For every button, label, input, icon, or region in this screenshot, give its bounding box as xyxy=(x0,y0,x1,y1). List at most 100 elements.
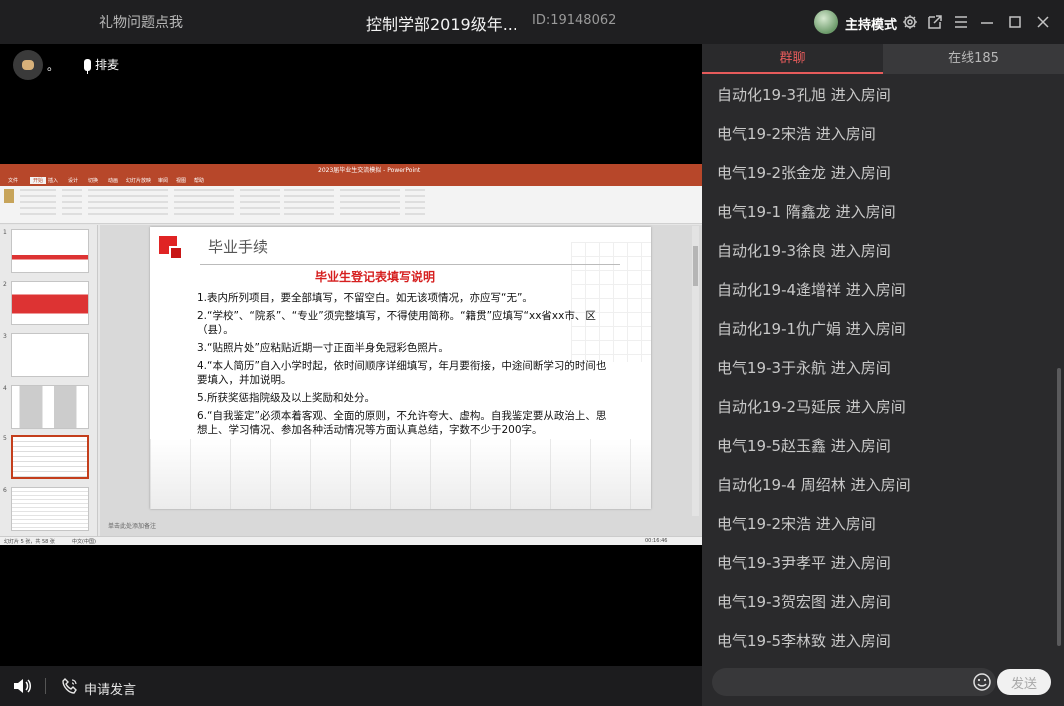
maximize-icon[interactable] xyxy=(1006,13,1024,31)
slide-line: 2.“学校”、“院系”、“专业”须完整填写，不得使用简称。“籍贯”应填写“xx省… xyxy=(197,310,596,336)
speaker-avatar[interactable] xyxy=(13,50,43,80)
ribbon-group xyxy=(240,189,280,217)
ribbon-group xyxy=(405,189,425,217)
slide-thumbnail-selected[interactable] xyxy=(11,435,89,479)
thumb-number: 6 xyxy=(3,487,7,494)
list-item: 电气19-2张金龙 进入房间 xyxy=(717,164,891,182)
ribbon-group xyxy=(284,189,334,217)
slide-thumbnail[interactable] xyxy=(11,229,89,273)
slide-body: 1.表内所列项目，要全部填写，不留空白。如无该项情况，亦应写“无”。 2.“学校… xyxy=(197,291,607,441)
gift-help-link[interactable]: 礼物问题点我 xyxy=(99,12,183,32)
share-icon[interactable] xyxy=(926,13,944,31)
list-item: 自动化19-3徐良 进入房间 xyxy=(717,242,891,260)
phone-icon[interactable] xyxy=(62,678,78,694)
room-title: 控制学部2019级年... xyxy=(366,15,516,34)
notes-hint[interactable]: 单击此处添加备注 xyxy=(108,521,156,530)
mic-queue-button[interactable]: 排麦 xyxy=(84,56,120,74)
current-slide: 毕业手续 毕业生登记表填写说明 1.表内所列项目，要全部填写，不留空白。如无该项… xyxy=(150,227,651,509)
slide-line: 4.“本人简历”自入小学时起，依时间顺序详细填写，年月要衔接，中途间断学习的时间… xyxy=(197,360,607,386)
settings-icon[interactable] xyxy=(901,13,919,31)
host-mode-label[interactable]: 主持模式 xyxy=(845,14,897,33)
message-list: 自动化19-3孔旭 进入房间 电气19-2宋浩 进入房间 电气19-2张金龙 进… xyxy=(702,74,1056,674)
thumb-number: 4 xyxy=(3,385,7,392)
list-item: 自动化19-2马延辰 进入房间 xyxy=(717,398,906,416)
paste-icon xyxy=(4,189,14,203)
chat-scrollbar[interactable] xyxy=(1057,368,1061,646)
list-item: 电气19-2宋浩 进入房间 xyxy=(717,125,876,143)
ppt-tab: 幻灯片放映 xyxy=(126,178,152,184)
thumb-number: 5 xyxy=(3,435,7,442)
slide-heading: 毕业手续 xyxy=(208,238,269,256)
ppt-tab: 文件 xyxy=(8,178,19,184)
menu-icon[interactable] xyxy=(952,13,970,31)
ppt-ribbon-tabs: 文件 开始 插入 设计 切换 动画 幻灯片放映 审阅 视图 帮助 xyxy=(0,176,702,186)
thumb-number: 1 xyxy=(3,229,7,236)
divider xyxy=(45,678,46,694)
send-button[interactable]: 发送 xyxy=(997,669,1051,695)
tab-group-chat[interactable]: 群聊 xyxy=(702,44,883,74)
minimize-icon[interactable] xyxy=(978,13,996,31)
microphone-icon xyxy=(84,58,91,74)
slide-thumbnail[interactable] xyxy=(11,385,89,429)
ribbon-group xyxy=(20,189,56,217)
list-item: 自动化19-4逄增祥 进入房间 xyxy=(717,281,906,299)
ppt-title-bar: 2023届毕业生交流模拟 - PowerPoint xyxy=(0,164,702,176)
ppt-tab: 动画 xyxy=(108,178,119,184)
speaker-name: 。 xyxy=(47,59,60,73)
slide-line: 1.表内所列项目，要全部填写，不留空白。如无该项情况，亦应写“无”。 xyxy=(197,292,533,304)
list-item: 自动化19-3孔旭 进入房间 xyxy=(717,86,891,104)
slide-line: 6.“自我鉴定”必须本着客观、全面的原则，不允许夸大、虚构。自我鉴定要从政治上、… xyxy=(197,410,607,436)
ribbon-group xyxy=(62,189,82,217)
list-item: 自动化19-4 周绍林 进入房间 xyxy=(717,476,911,494)
thumb-number: 2 xyxy=(3,281,7,288)
slide-line: 3.“贴照片处”应粘贴近期一寸正面半身免冠彩色照片。 xyxy=(197,342,449,354)
ribbon-group xyxy=(88,189,168,217)
ppt-tab: 插入 xyxy=(48,178,59,184)
panel-tabs: 群聊 在线185 xyxy=(702,44,1064,74)
list-item: 电气19-3于永航 进入房间 xyxy=(717,359,891,377)
ribbon-group xyxy=(174,189,234,217)
ppt-timer: 00:16:46 xyxy=(645,538,668,544)
ppt-ribbon xyxy=(0,186,702,224)
list-item: 自动化19-1仇广娟 进入房间 xyxy=(717,320,906,338)
avatar[interactable] xyxy=(814,10,838,34)
ppt-scrollbar[interactable] xyxy=(692,226,699,516)
ppt-tab: 设计 xyxy=(68,178,79,184)
ppt-status-bar: 幻灯片 5 张，共 58 张 中文(中国) 00:16:46 xyxy=(0,536,702,545)
apply-speak-button[interactable]: 申请发言 xyxy=(84,679,136,698)
ppt-slide-thumbnails: 1 2 3 4 5 6 xyxy=(0,225,98,537)
tab-online[interactable]: 在线185 xyxy=(883,44,1064,74)
ppt-tab: 帮助 xyxy=(194,178,205,184)
slide-subtitle: 毕业生登记表填写说明 xyxy=(314,270,435,284)
ppt-language: 中文(中国) xyxy=(72,539,96,545)
emoji-icon[interactable] xyxy=(972,672,992,692)
title-bar: 礼物问题点我 控制学部2019级年... ID:19148062 主持模式 xyxy=(0,0,1064,44)
chat-input[interactable] xyxy=(712,668,996,696)
ribbon-group xyxy=(340,189,400,217)
thumb-number: 3 xyxy=(3,333,7,340)
chat-panel: 群聊 在线185 自动化19-3孔旭 进入房间 电气19-2宋浩 进入房间 电气… xyxy=(702,44,1064,706)
ppt-slide-count: 幻灯片 5 张，共 58 张 xyxy=(4,539,55,545)
ppt-tab: 视图 xyxy=(176,178,187,184)
slide-thumbnail[interactable] xyxy=(11,281,89,325)
list-item: 电气19-1 隋鑫龙 进入房间 xyxy=(717,203,896,221)
ppt-tab: 开始 xyxy=(30,177,47,184)
list-item: 电气19-5李林致 进入房间 xyxy=(717,632,891,650)
ppt-window-title: 2023届毕业生交流模拟 - PowerPoint xyxy=(318,167,421,174)
ppt-tab: 切换 xyxy=(88,178,99,184)
list-item: 电气19-2宋浩 进入房间 xyxy=(717,515,876,533)
slide-decoration xyxy=(150,439,651,509)
list-item: 电气19-3尹孝平 进入房间 xyxy=(717,554,891,572)
mic-queue-label: 排麦 xyxy=(95,58,120,72)
close-icon[interactable] xyxy=(1034,13,1052,31)
divider xyxy=(200,264,620,265)
slide-thumbnail[interactable] xyxy=(11,487,89,531)
slide-thumbnail[interactable] xyxy=(11,333,89,377)
slide-line: 5.所获奖惩指院级及以上奖励和处分。 xyxy=(197,392,376,404)
list-item: 电气19-3贺宏图 进入房间 xyxy=(717,593,891,611)
speaker-icon[interactable] xyxy=(12,677,32,695)
ppt-tab: 审阅 xyxy=(158,178,169,184)
room-id: ID:19148062 xyxy=(532,13,617,28)
slide-decoration xyxy=(169,246,183,260)
list-item: 电气19-5赵玉鑫 进入房间 xyxy=(717,437,891,455)
